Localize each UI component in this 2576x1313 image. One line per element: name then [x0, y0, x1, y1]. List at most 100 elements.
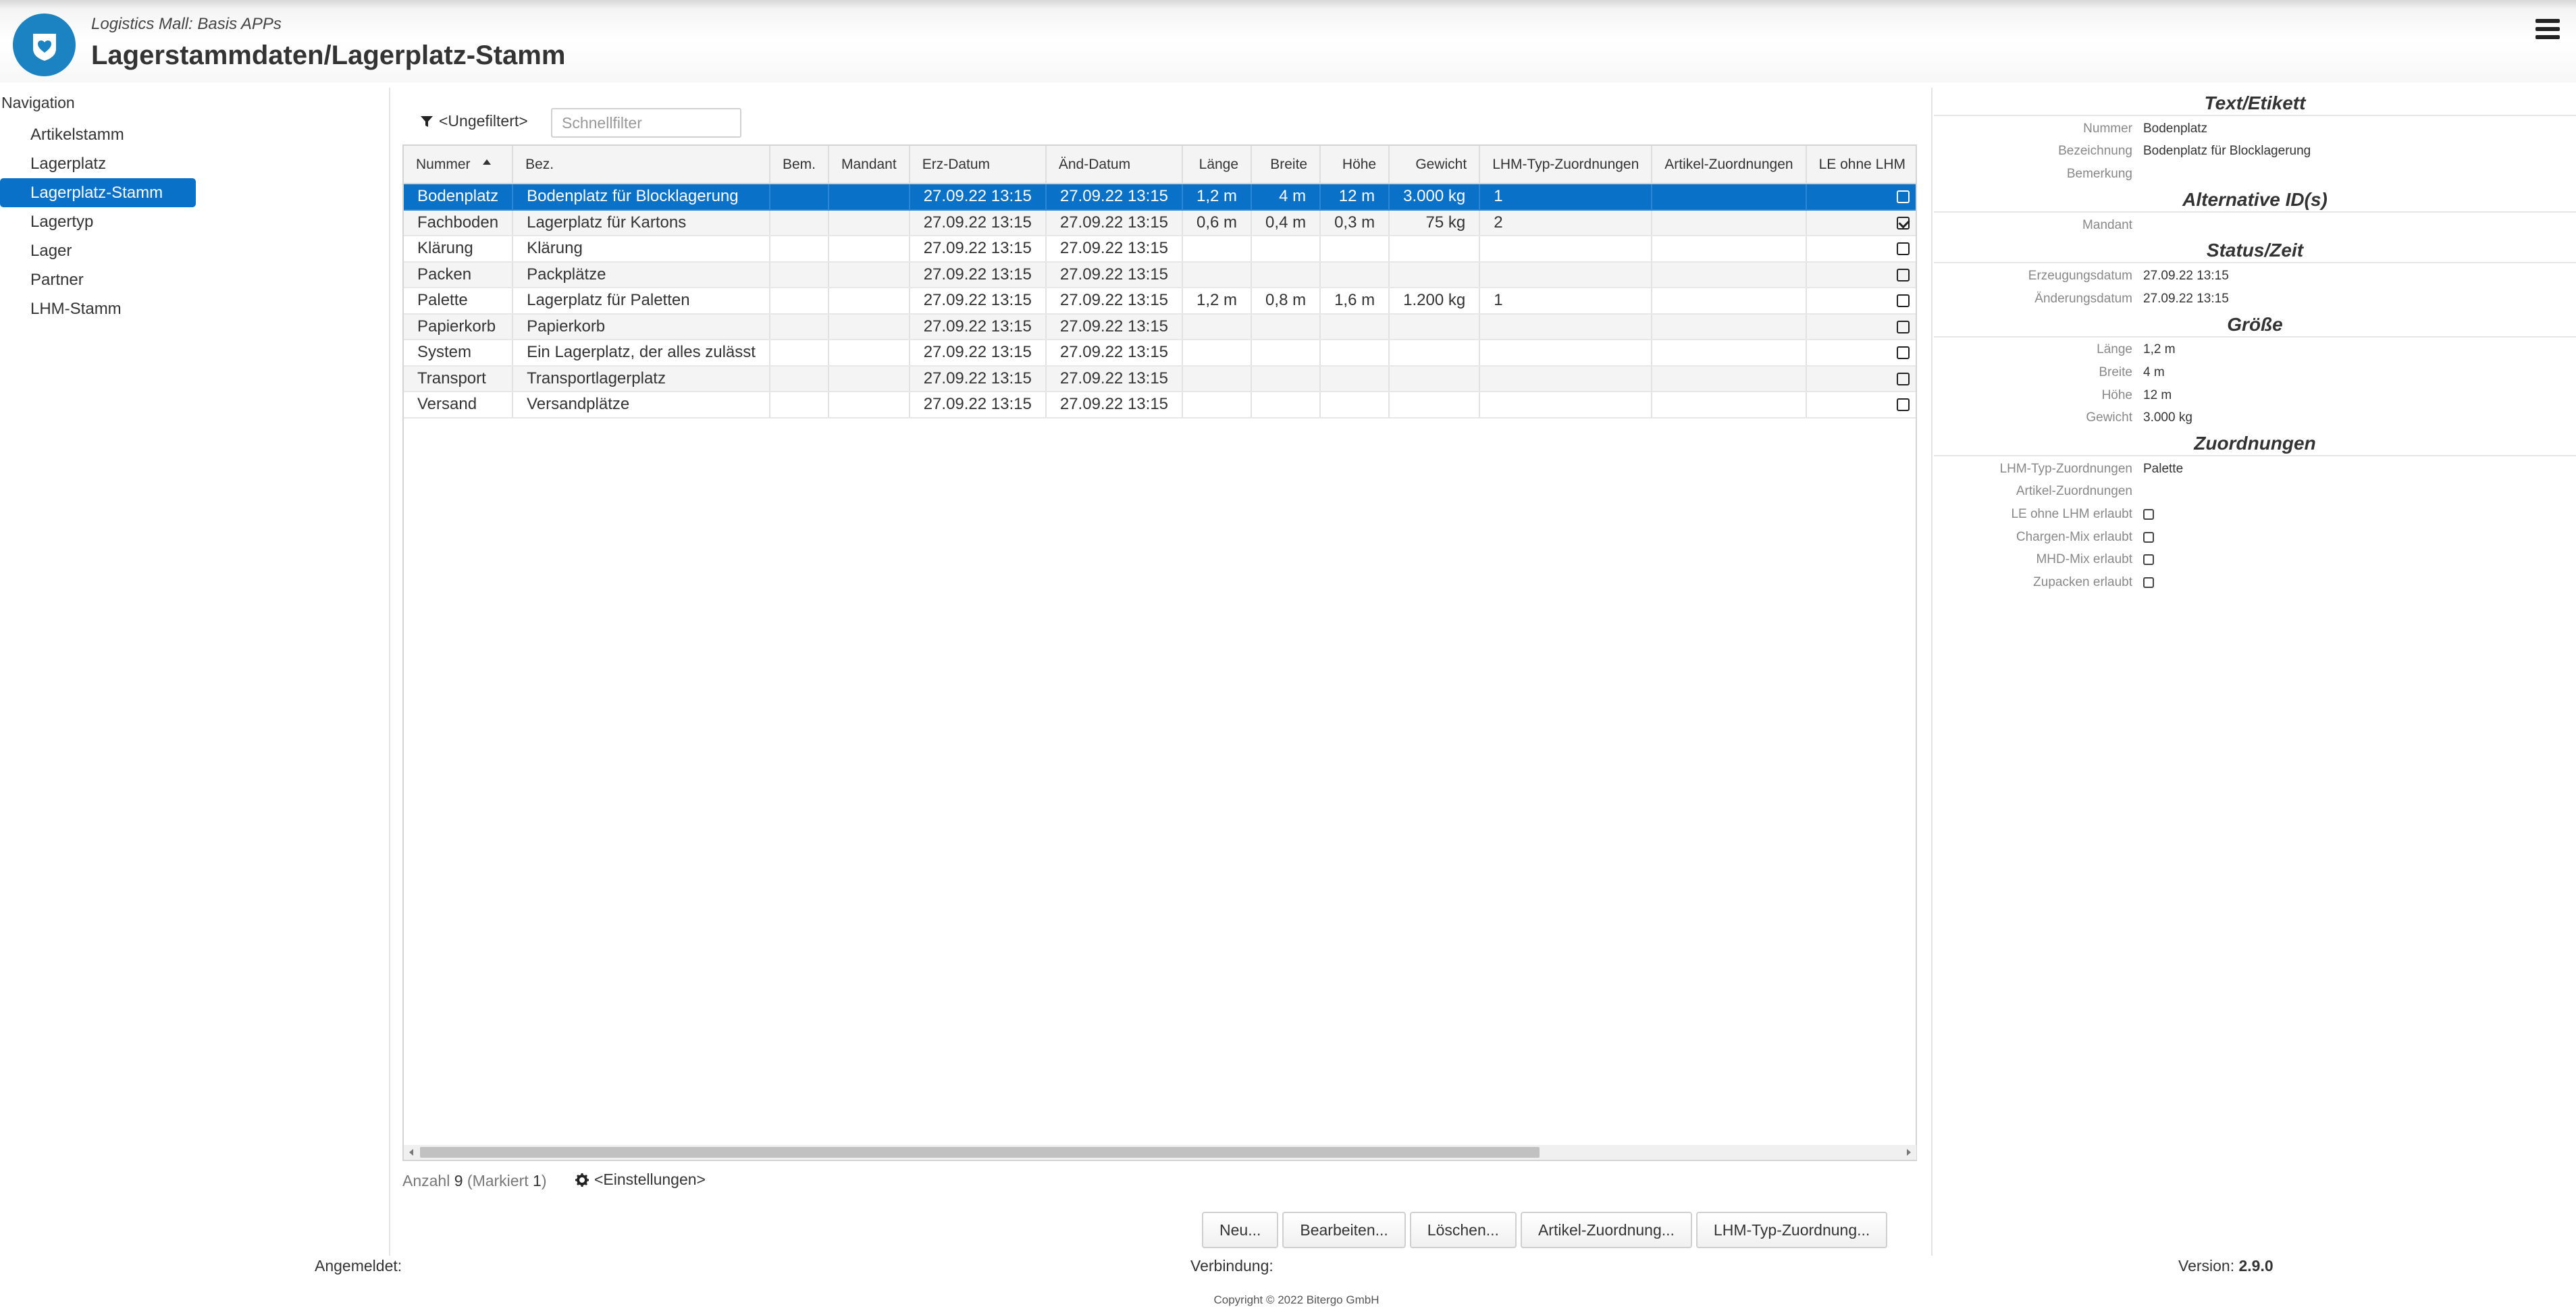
cell-aend: 27.09.22 13:15	[1045, 209, 1184, 236]
gear-icon	[575, 1173, 589, 1187]
table-row[interactable]: Bodenplatz Bodenplatz für Blocklagerung 27…	[404, 184, 1916, 211]
marked-close: )	[541, 1172, 547, 1189]
cell-lhm_typ: 2	[1479, 209, 1653, 236]
checkbox[interactable]	[1897, 268, 1910, 282]
logged-in-label: Angemeldet:	[315, 1257, 402, 1275]
quick-filter-input[interactable]	[551, 108, 741, 138]
column-header-erz-datum[interactable]: Erz-Datum	[909, 146, 1047, 184]
detail-row: Nummer Bodenplatz	[1934, 117, 2576, 140]
cell-bez: Packplätze	[512, 261, 770, 288]
column-header-h-he[interactable]: Höhe	[1320, 146, 1390, 184]
checkbox[interactable]	[1897, 190, 1910, 204]
table-row[interactable]: Klärung Klärung 27.09.22 13:15 27.09.22 13:…	[404, 236, 1916, 263]
horizontal-scrollbar[interactable]	[404, 1145, 1916, 1160]
column-header-label: Mandant	[841, 156, 897, 172]
marked-label: (Markiert	[467, 1172, 529, 1189]
table-row[interactable]: Fachboden Lagerplatz für Kartons 27.09.22 …	[404, 209, 1916, 236]
checkbox[interactable]	[1897, 320, 1910, 333]
filter-label: <Ungefiltert>	[439, 112, 528, 130]
edit-button[interactable]: Bearbeiten...	[1282, 1212, 1406, 1248]
column-header-l-nge[interactable]: Länge	[1182, 146, 1253, 184]
cell-lhm_typ	[1479, 392, 1653, 419]
app-logo[interactable]	[13, 14, 76, 76]
column-header-breite[interactable]: Breite	[1251, 146, 1321, 184]
cell-bez: Klärung	[512, 236, 770, 263]
cell-bez: Lagerplatz für Paletten	[512, 288, 770, 315]
column-header-bez-[interactable]: Bez.	[512, 146, 770, 184]
checkbox[interactable]	[1897, 346, 1910, 360]
sidebar-item-artikelstamm[interactable]: Artikelstamm	[0, 120, 196, 149]
cell-hoehe	[1320, 313, 1390, 340]
cell-laenge	[1182, 236, 1253, 263]
cell-aend: 27.09.22 13:15	[1045, 288, 1184, 315]
cell-artikel	[1652, 365, 1807, 392]
version-info: Version: 2.9.0	[2178, 1257, 2273, 1275]
cell-breite	[1251, 313, 1321, 340]
table-row[interactable]: Papierkorb Papierkorb 27.09.22 13:15 27.09.…	[404, 313, 1916, 340]
cell-lhm_typ	[1479, 365, 1653, 392]
detail-panel: Text/Etikett Nummer Bodenplatz Bezeichnung B…	[1931, 88, 2576, 1256]
table-row[interactable]: Transport Transportlagerplatz 27.09.22 13:…	[404, 365, 1916, 392]
checkbox	[2143, 531, 2154, 543]
scroll-right-icon[interactable]	[1907, 1149, 1911, 1156]
filter-toggle[interactable]: <Ungefiltert>	[420, 112, 528, 130]
checkbox[interactable]	[1897, 372, 1910, 385]
column-header--nd-datum[interactable]: Änd-Datum	[1045, 146, 1184, 184]
sidebar-item-lager[interactable]: Lager	[0, 236, 196, 265]
table-row[interactable]: Versand Versandplätze 27.09.22 13:15 27.09.…	[404, 392, 1916, 419]
column-header-bem-[interactable]: Bem.	[769, 146, 829, 184]
column-header-lhm-typ-zuordnungen[interactable]: LHM-Typ-Zuordnungen	[1479, 146, 1653, 184]
sidebar-item-lhm-stamm[interactable]: LHM-Stamm	[0, 294, 196, 323]
cell-nummer: Packen	[404, 261, 514, 288]
new-button[interactable]: Neu...	[1202, 1212, 1279, 1248]
sidebar-item-lagerplatz[interactable]: Lagerplatz	[0, 149, 196, 178]
scroll-left-icon[interactable]	[409, 1149, 413, 1156]
table-row[interactable]: System Ein Lagerplatz, der alles zulässt 2…	[404, 340, 1916, 367]
detail-row: Breite 4 m	[1934, 361, 2576, 384]
column-header-le-ohne-lhm[interactable]: LE ohne LHM	[1806, 146, 1916, 184]
column-header-label: LHM-Typ-Zuordnungen	[1492, 156, 1639, 172]
cell-le-ohne-lhm	[1806, 261, 1916, 288]
checkbox[interactable]	[1897, 294, 1910, 308]
table-row[interactable]: Palette Lagerplatz für Paletten 27.09.22 1…	[404, 288, 1916, 315]
detail-label: Änderungsdatum	[2034, 291, 2132, 306]
column-header-mandant[interactable]: Mandant	[828, 146, 910, 184]
detail-row: Erzeugungsdatum 27.09.22 13:15	[1934, 265, 2576, 288]
column-header-label: Bez.	[525, 156, 554, 172]
cell-nummer: Transport	[404, 365, 514, 392]
article-assignment-button[interactable]: Artikel-Zuordnung...	[1520, 1212, 1692, 1248]
checkbox[interactable]	[1897, 216, 1910, 230]
detail-row: Chargen-Mix erlaubt	[1934, 526, 2576, 549]
data-table: Nummer Bez. Bem. Mandant Erz-Datum Änd-Datum L…	[404, 146, 1916, 419]
cell-mandant	[828, 236, 910, 263]
column-header-nummer[interactable]: Nummer	[404, 146, 514, 184]
cell-gewicht	[1389, 392, 1481, 419]
hamburger-menu-icon[interactable]	[2535, 19, 2560, 43]
scrollbar-thumb[interactable]	[420, 1147, 1540, 1158]
cell-hoehe	[1320, 392, 1390, 419]
cell-mandant	[828, 340, 910, 367]
sidebar-item-partner[interactable]: Partner	[0, 265, 196, 294]
column-header-label: LE ohne LHM	[1818, 156, 1905, 172]
sidebar-item-lagertyp[interactable]: Lagertyp	[0, 207, 196, 236]
settings-link[interactable]: <Einstellungen>	[575, 1171, 706, 1189]
delete-button[interactable]: Löschen...	[1409, 1212, 1517, 1248]
cell-hoehe	[1320, 340, 1390, 367]
cell-laenge	[1182, 313, 1253, 340]
column-header-artikel-zuordnungen[interactable]: Artikel-Zuordnungen	[1652, 146, 1807, 184]
sidebar-item-lagerplatz-stamm[interactable]: Lagerplatz-Stamm	[0, 178, 196, 207]
cell-nummer: Bodenplatz	[404, 184, 514, 211]
checkbox[interactable]	[1897, 242, 1910, 256]
cell-gewicht: 75 kg	[1389, 209, 1481, 236]
cell-mandant	[828, 392, 910, 419]
cell-breite	[1251, 392, 1321, 419]
cell-artikel	[1652, 184, 1807, 211]
lhm-type-assignment-button[interactable]: LHM-Typ-Zuordnung...	[1696, 1212, 1888, 1248]
cell-le-ohne-lhm	[1806, 209, 1916, 236]
cell-bem	[769, 313, 829, 340]
table-row[interactable]: Packen Packplätze 27.09.22 13:15 27.09.22 1…	[404, 261, 1916, 288]
column-header-label: Änd-Datum	[1058, 156, 1131, 172]
navigation-list: Artikelstamm Lagerplatz Lagerplatz-Stamm La…	[0, 120, 196, 323]
column-header-gewicht[interactable]: Gewicht	[1389, 146, 1481, 184]
checkbox[interactable]	[1897, 398, 1910, 412]
